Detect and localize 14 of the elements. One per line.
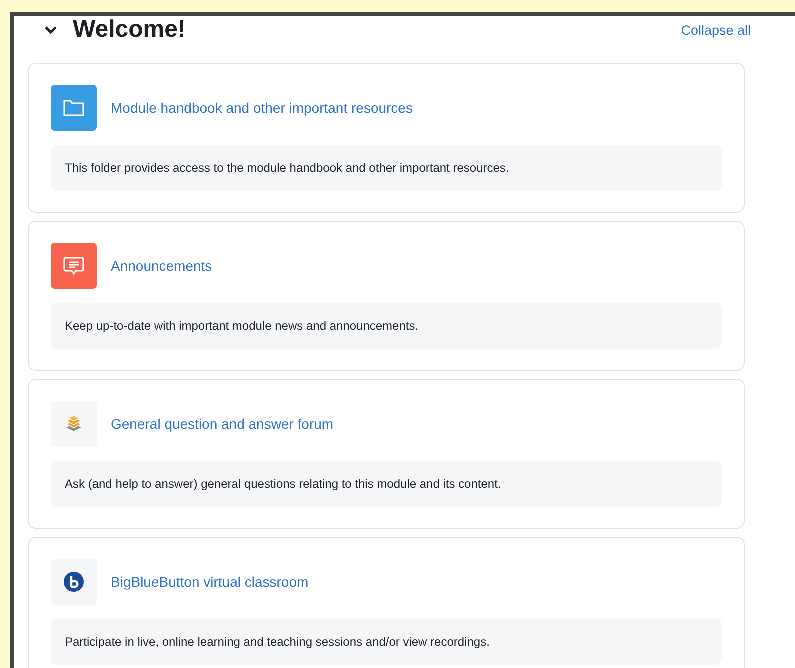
activity-icon [51,401,97,447]
activity-icon [51,85,97,131]
activity-description: Ask (and help to answer) general questions relating to this module and its content. [51,461,722,507]
activity-link[interactable]: General question and answer forum [111,416,334,432]
collapse-all-link[interactable]: Collapse all [681,22,751,38]
activity-link[interactable]: BigBlueButton virtual classroom [111,574,309,590]
activity-link[interactable]: Module handbook and other important resources [111,100,413,116]
activity-description: Participate in live, online learning and teaching sessions and/or view recordings. [51,619,722,665]
activity-link[interactable]: Announcements [111,258,212,274]
activity-description: Keep up-to-date with important module news and announcements. [51,303,722,349]
activity-icon [51,559,97,605]
section-title: Welcome! [73,16,186,44]
activity-description: This folder provides access to the module handbook and other important resources. [51,145,722,191]
activity-icon [51,243,97,289]
